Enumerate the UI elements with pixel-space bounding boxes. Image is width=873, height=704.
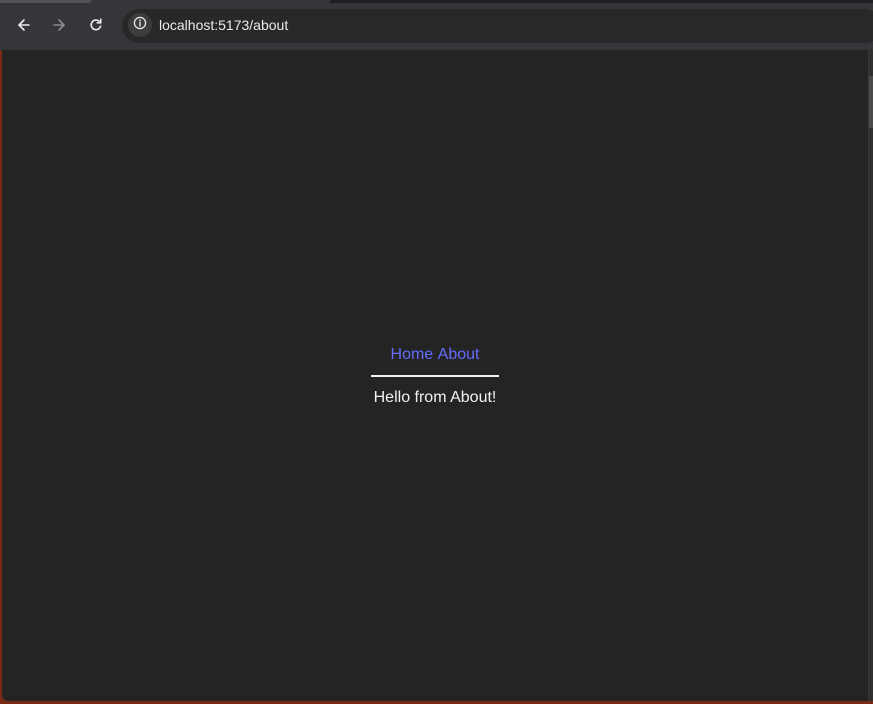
- site-info-button[interactable]: [128, 13, 152, 37]
- tab-strip-edge: [330, 0, 873, 3]
- page-nav: Home About: [372, 344, 498, 366]
- nav-link-home[interactable]: Home: [391, 346, 434, 363]
- reload-icon: [88, 17, 104, 33]
- arrow-right-icon: [51, 17, 67, 33]
- url-text[interactable]: localhost:5173/about: [159, 17, 288, 34]
- forward-button[interactable]: [46, 12, 72, 38]
- back-button[interactable]: [11, 12, 37, 38]
- browser-toolbar: localhost:5173/about: [0, 0, 873, 50]
- info-icon: [133, 16, 147, 35]
- nav-link-about[interactable]: About: [438, 346, 480, 363]
- arrow-left-icon: [16, 17, 32, 33]
- scrollbar-thumb[interactable]: [869, 76, 873, 128]
- browser-window: localhost:5173/about Home About Hello fr…: [0, 0, 873, 704]
- divider: [371, 375, 499, 377]
- reload-button[interactable]: [83, 12, 109, 38]
- scrollbar-track[interactable]: [868, 50, 873, 701]
- active-tab-edge[interactable]: [0, 0, 92, 3]
- about-message: Hello from About!: [373, 389, 497, 406]
